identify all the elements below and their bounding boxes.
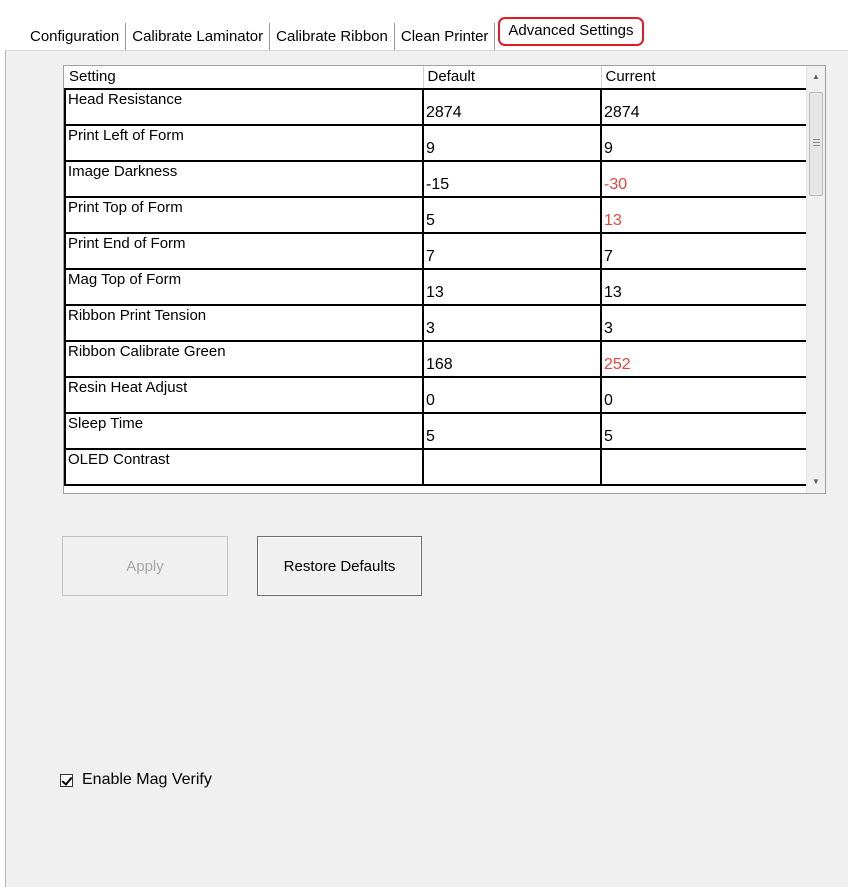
default-cell[interactable]: 2874 — [422, 88, 602, 126]
current-cell[interactable]: 9 — [600, 124, 808, 162]
setting-cell[interactable]: Mag Top of Form — [64, 268, 424, 306]
column-header-default[interactable]: Default — [423, 66, 602, 90]
default-cell[interactable]: 5 — [422, 412, 602, 450]
table-row[interactable]: Sleep Time 5 5 — [64, 412, 808, 450]
current-cell[interactable]: 13 — [600, 268, 808, 306]
settings-grid[interactable]: Setting Default Current Head Resistance 2… — [63, 65, 826, 494]
header-row: Setting Default Current — [65, 66, 808, 90]
table-row[interactable]: Print Top of Form 5 13 — [64, 196, 808, 234]
table-row[interactable]: Image Darkness -15 -30 — [64, 160, 808, 198]
current-cell[interactable]: 0 — [600, 376, 808, 414]
tab-configuration[interactable]: Configuration — [24, 23, 127, 50]
default-cell[interactable]: 13 — [422, 268, 602, 306]
default-cell[interactable]: 3 — [422, 304, 602, 342]
setting-cell[interactable]: Ribbon Print Tension — [64, 304, 424, 342]
tab-calibrate-laminator[interactable]: Calibrate Laminator — [126, 23, 271, 50]
setting-cell[interactable]: Print Top of Form — [64, 196, 424, 234]
default-cell[interactable]: 168 — [422, 340, 602, 378]
default-cell[interactable]: 5 — [422, 196, 602, 234]
scroll-up-arrow-icon[interactable]: ▲ — [807, 68, 825, 86]
table-row[interactable]: Mag Top of Form 13 13 — [64, 268, 808, 306]
table-row[interactable]: Print End of Form 7 7 — [64, 232, 808, 270]
setting-cell[interactable]: Print End of Form — [64, 232, 424, 270]
table-row[interactable]: Head Resistance 2874 2874 — [64, 88, 808, 126]
table-row[interactable]: Ribbon Print Tension 3 3 — [64, 304, 808, 342]
table-row[interactable]: Resin Heat Adjust 0 0 — [64, 376, 808, 414]
table-row[interactable]: Ribbon Calibrate Green 168 252 — [64, 340, 808, 378]
table-row[interactable]: OLED Contrast — [64, 448, 808, 486]
restore-defaults-button[interactable]: Restore Defaults — [257, 536, 422, 596]
tab-clean-printer[interactable]: Clean Printer — [395, 23, 496, 50]
setting-cell[interactable]: Resin Heat Adjust — [64, 376, 424, 414]
grip-icon — [813, 139, 820, 146]
vertical-scrollbar[interactable]: ▲ ▼ — [806, 66, 825, 493]
scroll-down-arrow-icon[interactable]: ▼ — [807, 473, 825, 491]
current-cell[interactable]: 13 — [600, 196, 808, 234]
default-cell[interactable]: 9 — [422, 124, 602, 162]
setting-cell[interactable]: Print Left of Form — [64, 124, 424, 162]
checkbox-checked-icon[interactable] — [60, 773, 73, 787]
current-cell[interactable]: 7 — [600, 232, 808, 270]
table-row[interactable]: Print Left of Form 9 9 — [64, 124, 808, 162]
default-cell[interactable] — [422, 448, 602, 486]
enable-mag-verify-label: Enable Mag Verify — [82, 771, 212, 788]
enable-mag-verify-checkbox[interactable]: Enable Mag Verify — [60, 771, 212, 789]
current-cell[interactable]: 3 — [600, 304, 808, 342]
advanced-settings-panel: Setting Default Current Head Resistance 2… — [5, 50, 848, 887]
setting-cell[interactable]: Sleep Time — [64, 412, 424, 450]
current-cell[interactable]: 2874 — [600, 88, 808, 126]
apply-button[interactable]: Apply — [62, 536, 228, 596]
scroll-thumb[interactable] — [809, 92, 823, 196]
default-cell[interactable]: 7 — [422, 232, 602, 270]
current-cell[interactable] — [600, 448, 808, 486]
setting-cell[interactable]: Head Resistance — [64, 88, 424, 126]
setting-cell[interactable]: Image Darkness — [64, 160, 424, 198]
column-header-setting[interactable]: Setting — [65, 66, 424, 90]
default-cell[interactable]: -15 — [422, 160, 602, 198]
tab-strip: Configuration Calibrate Laminator Calibr… — [24, 17, 644, 50]
tab-advanced-settings[interactable]: Advanced Settings — [498, 17, 644, 46]
default-cell[interactable]: 0 — [422, 376, 602, 414]
current-cell[interactable]: 252 — [600, 340, 808, 378]
current-cell[interactable]: 5 — [600, 412, 808, 450]
settings-rows: Head Resistance 2874 2874 Print Left of For… — [64, 88, 808, 486]
setting-cell[interactable]: OLED Contrast — [64, 448, 424, 486]
tab-calibrate-ribbon[interactable]: Calibrate Ribbon — [270, 23, 395, 50]
setting-cell[interactable]: Ribbon Calibrate Green — [64, 340, 424, 378]
settings-table: Setting Default Current Head Resistance 2… — [64, 66, 808, 486]
current-cell[interactable]: -30 — [600, 160, 808, 198]
column-header-current[interactable]: Current — [601, 66, 808, 90]
